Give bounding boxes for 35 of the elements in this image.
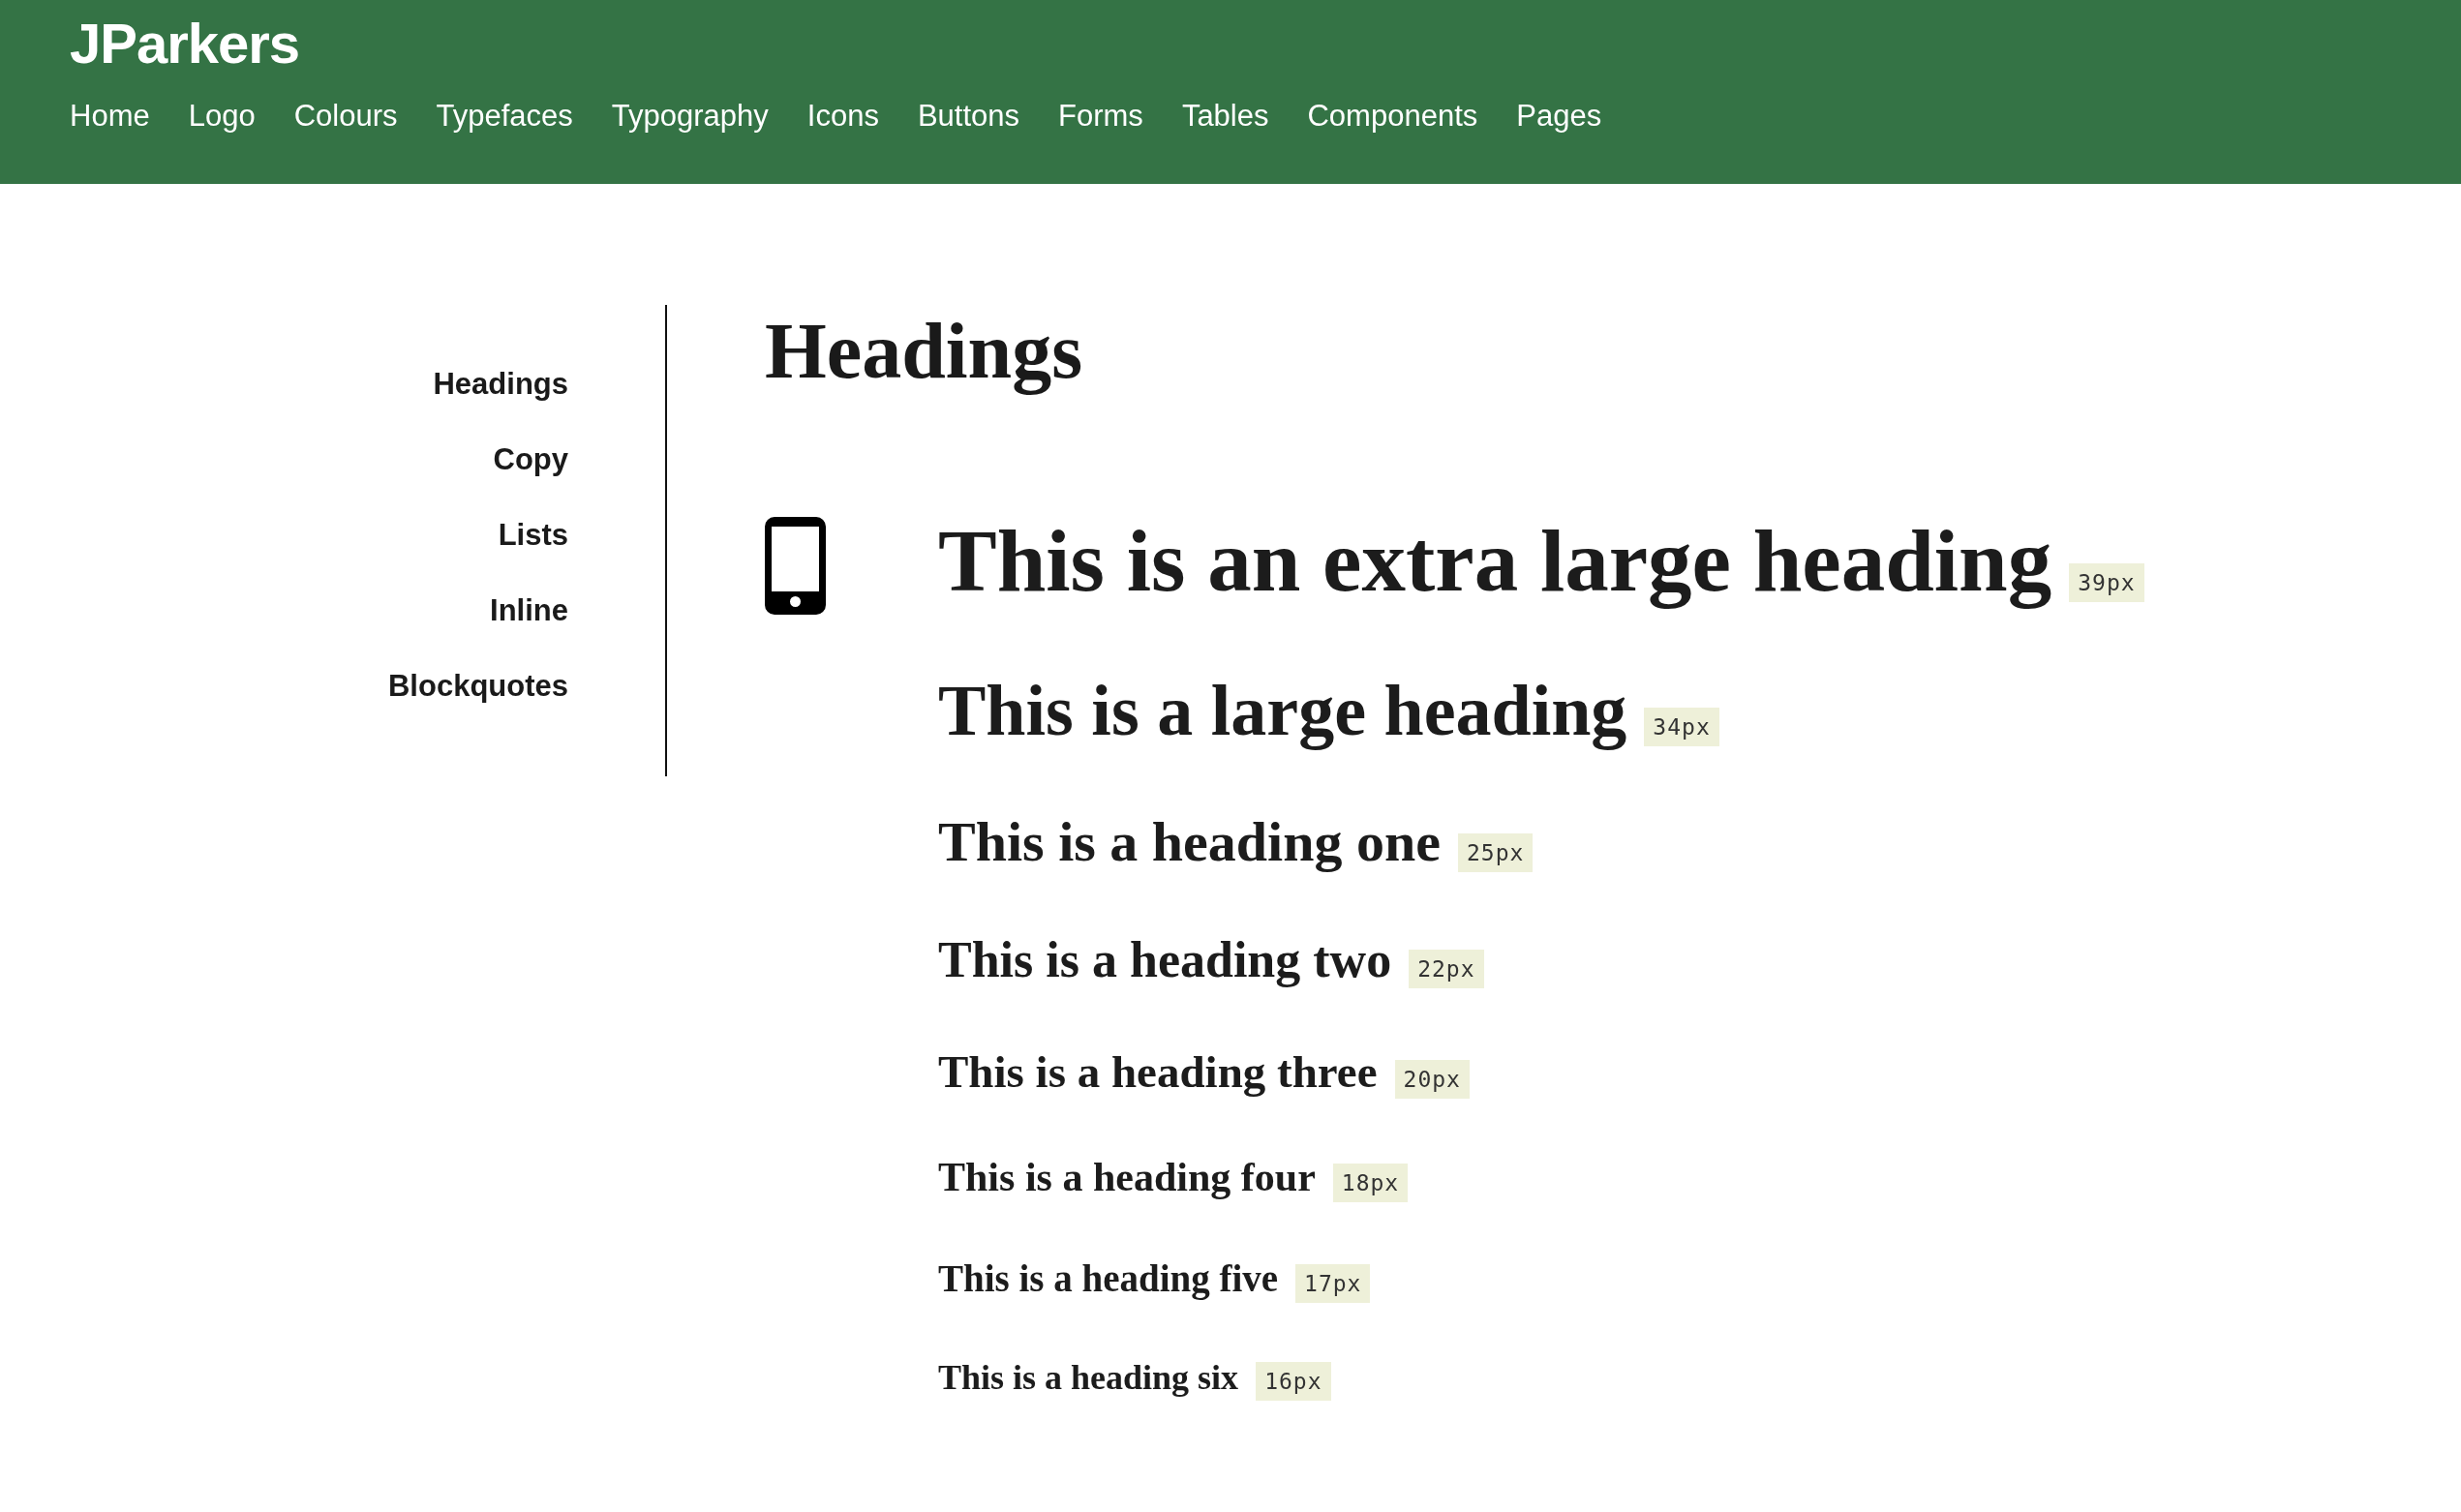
size-label: 39px (2069, 563, 2144, 602)
nav-link[interactable]: Tables (1181, 97, 1269, 136)
nav-link[interactable]: Home (70, 97, 150, 136)
site-logo[interactable]: JParkers (70, 8, 300, 79)
sample-heading: This is a heading one (938, 809, 1441, 875)
sample-heading: This is a heading six (938, 1357, 1239, 1400)
smartphone-icon (765, 517, 826, 615)
sample-heading: This is a heading two (938, 930, 1392, 989)
size-label: 17px (1295, 1264, 1371, 1304)
sidebar-link[interactable]: Inline (490, 591, 568, 630)
sidebar-link[interactable]: Lists (498, 516, 568, 555)
nav-link[interactable]: Typefaces (436, 97, 573, 136)
nav-link[interactable]: Typography (611, 97, 769, 136)
sidebar-link[interactable]: Copy (493, 440, 568, 479)
sample-heading: This is a heading three (938, 1044, 1378, 1099)
sample-heading: This is a heading five (938, 1256, 1279, 1302)
sidebar-link[interactable]: Blockquotes (387, 667, 568, 706)
sample-heading: This is a heading four (938, 1154, 1316, 1202)
size-label: 22px (1409, 949, 1484, 988)
nav-link[interactable]: Forms (1058, 97, 1143, 136)
nav-link[interactable]: Icons (806, 97, 879, 136)
size-label: 25px (1457, 833, 1534, 872)
size-label: 18px (1332, 1164, 1409, 1203)
sidebar-link[interactable]: Headings (433, 365, 568, 404)
sample-heading: This is an extra large heading (938, 511, 2052, 612)
size-label: 20px (1394, 1059, 1470, 1099)
sample-heading: This is a large heading (938, 670, 1627, 753)
size-label: 16px (1256, 1362, 1331, 1402)
size-label: 34px (1644, 708, 1719, 747)
nav-link[interactable]: Pages (1516, 97, 1602, 136)
nav-link[interactable]: Buttons (917, 97, 1020, 136)
page-title: Headings (765, 306, 1084, 397)
nav-link[interactable]: Components (1307, 97, 1478, 136)
nav-link[interactable]: Logo (188, 97, 256, 136)
nav-link[interactable]: Colours (293, 97, 398, 136)
